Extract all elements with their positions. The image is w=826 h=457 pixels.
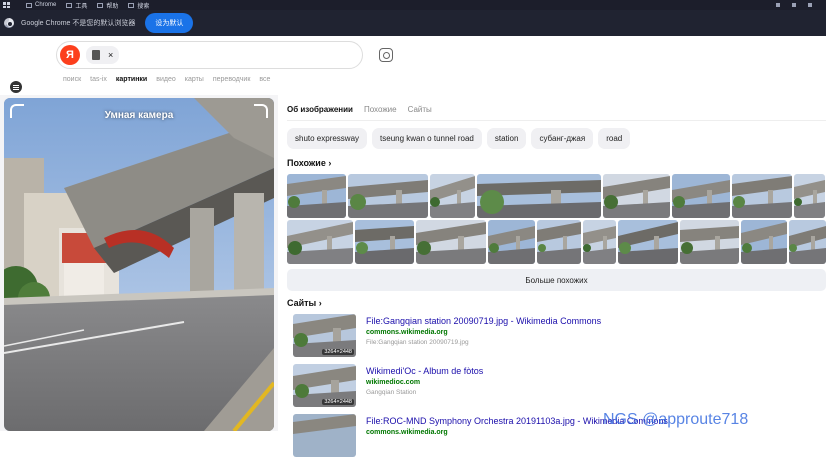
search-image-chip[interactable]: ×: [86, 46, 120, 64]
window-controls[interactable]: [776, 3, 812, 7]
chip-close-icon[interactable]: ×: [108, 50, 113, 60]
checkbox-icon: [66, 2, 73, 8]
site-title-link[interactable]: Wikimedi'Oc - Album de fòtos: [366, 366, 483, 377]
banner-message: Google Chrome 不是您的默认浏览器: [21, 20, 136, 27]
os-menu-item-4[interactable]: 搜索: [128, 1, 149, 10]
checkbox-icon: [97, 2, 104, 8]
tab-tasix[interactable]: tas-ix: [90, 76, 107, 83]
similar-thumbnail[interactable]: [287, 174, 346, 218]
checkbox-icon: [128, 2, 135, 8]
site-thumbnail[interactable]: 3264×2448: [293, 314, 356, 357]
tag-chip[interactable]: station: [486, 128, 527, 149]
site-result[interactable]: 3264×2448 File:Gangqian station 20090719…: [293, 314, 601, 357]
similar-thumbnail[interactable]: [416, 220, 486, 264]
similar-thumbnail[interactable]: [680, 220, 739, 264]
similar-thumbnail[interactable]: [603, 174, 670, 218]
similar-thumbnail[interactable]: [618, 220, 678, 264]
result-tabs: Об изображении Похожие Сайты: [287, 105, 432, 114]
similar-thumbnail[interactable]: [789, 220, 826, 264]
site-domain[interactable]: commons.wikimedia.org: [366, 328, 601, 338]
chrome-icon: [4, 18, 14, 28]
similar-row-1: [287, 174, 825, 218]
similar-thumbnail[interactable]: [732, 174, 792, 218]
smart-camera-panel: Умная камера: [0, 95, 278, 431]
site-thumbnail[interactable]: [293, 414, 356, 457]
camera-lens-icon[interactable]: [379, 48, 393, 62]
os-menu-item-2[interactable]: 工具: [66, 1, 87, 10]
menu-icon[interactable]: [10, 81, 22, 93]
resolution-badge: 3264×2448: [322, 399, 354, 405]
default-browser-banner: Google Chrome 不是您的默认浏览器 设为默认: [0, 10, 826, 36]
similar-thumbnail[interactable]: [794, 174, 825, 218]
tab-video[interactable]: видео: [156, 76, 176, 83]
tab-translator[interactable]: переводчик: [213, 76, 251, 83]
yandex-logo[interactable]: Я: [60, 45, 80, 65]
tag-chip[interactable]: субанг-джая: [531, 128, 594, 149]
query-photo[interactable]: Умная камера: [4, 98, 274, 431]
similar-thumbnail[interactable]: [355, 220, 414, 264]
checkbox-icon: [26, 2, 32, 8]
similar-row-2: [287, 220, 826, 264]
tab-search[interactable]: поиск: [63, 76, 81, 83]
search-nav-tabs: поиск tas-ix картинки видео карты перево…: [63, 76, 270, 83]
set-default-button[interactable]: 设为默认: [145, 13, 194, 33]
tag-chip[interactable]: tseung kwan o tunnel road: [372, 128, 482, 149]
site-domain[interactable]: commons.wikimedia.org: [366, 428, 668, 438]
street-scene-image: [4, 98, 274, 431]
os-menu-item-1[interactable]: Chrome: [26, 2, 56, 8]
tab-similar[interactable]: Похожие: [364, 105, 397, 114]
site-title-link[interactable]: File:Gangqian station 20090719.jpg - Wik…: [366, 316, 601, 327]
similar-thumbnail[interactable]: [583, 220, 616, 264]
similar-thumbnail[interactable]: [537, 220, 581, 264]
watermark: NGS @approute718: [603, 411, 749, 428]
sites-section-title[interactable]: Сайты ›: [287, 298, 322, 308]
tag-chip[interactable]: road: [598, 128, 631, 149]
os-menu-item-3[interactable]: 帮助: [97, 1, 118, 10]
tab-about-image[interactable]: Об изображении: [287, 105, 353, 114]
similar-thumbnail[interactable]: [488, 220, 535, 264]
search-bar[interactable]: Я ×: [56, 41, 363, 69]
site-thumbnail[interactable]: 3264×2448: [293, 364, 356, 407]
tag-list: shuto expressway tseung kwan o tunnel ro…: [287, 128, 631, 149]
similar-thumbnail[interactable]: [287, 220, 353, 264]
site-domain[interactable]: wikimedioc.com: [366, 378, 483, 388]
tab-images[interactable]: картинки: [116, 76, 147, 83]
site-description: Gangqian Station: [366, 389, 417, 396]
apps-grid-icon[interactable]: [3, 2, 12, 8]
os-menu-bar: Chrome 工具 帮助 搜索: [0, 0, 826, 10]
similar-thumbnail[interactable]: [672, 174, 730, 218]
resolution-badge: 3264×2448: [322, 349, 354, 355]
site-result[interactable]: 3264×2448 Wikimedi'Oc - Album de fòtos w…: [293, 364, 483, 407]
tag-chip[interactable]: shuto expressway: [287, 128, 368, 149]
similar-section-title[interactable]: Похожие ›: [287, 158, 331, 168]
tab-maps[interactable]: карты: [185, 76, 204, 83]
similar-thumbnail[interactable]: [348, 174, 428, 218]
smart-camera-title: Умная камера: [104, 110, 174, 121]
site-description: File:Gangqian station 20090719.jpg: [366, 339, 469, 346]
similar-thumbnail[interactable]: [477, 174, 601, 218]
tab-all[interactable]: все: [259, 76, 270, 83]
tabs-divider: [287, 120, 826, 121]
more-similar-button[interactable]: Больше похожих: [287, 269, 826, 291]
similar-thumbnail[interactable]: [741, 220, 787, 264]
document-icon: [92, 50, 100, 60]
tab-sites[interactable]: Сайты: [408, 105, 432, 114]
similar-thumbnail[interactable]: [430, 174, 475, 218]
